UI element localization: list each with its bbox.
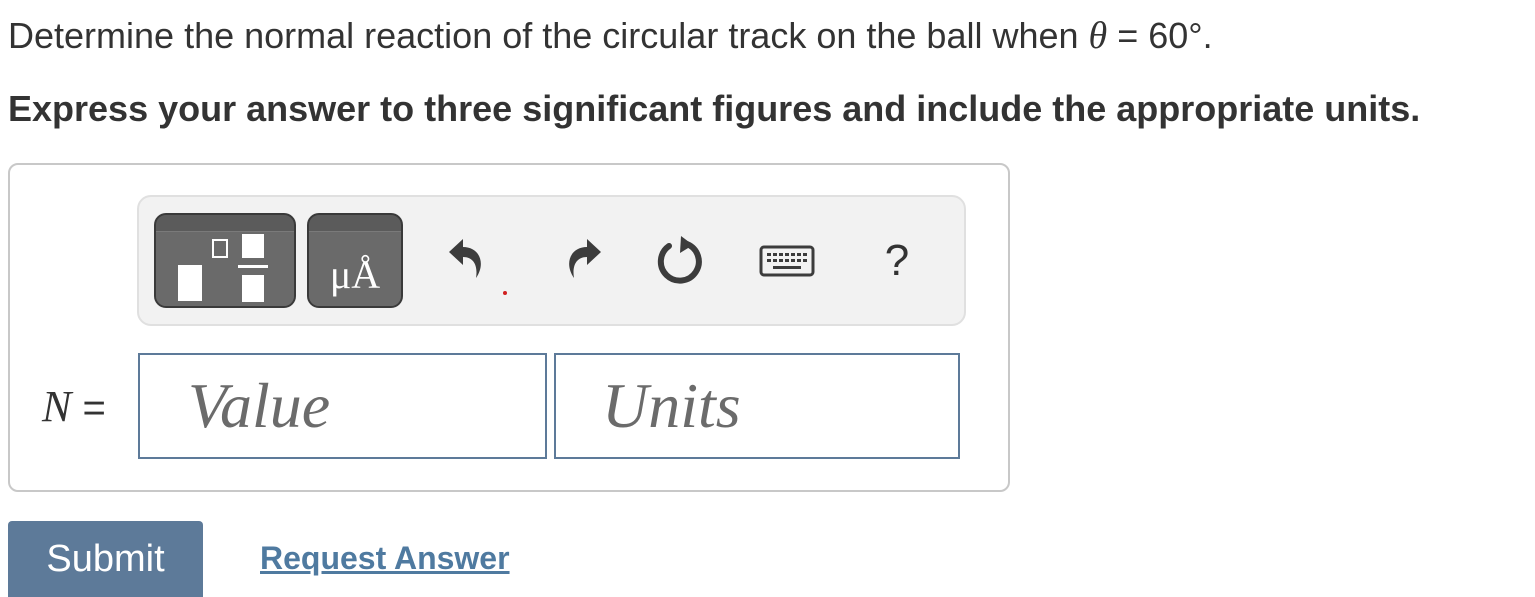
undo-button[interactable] [441,231,501,291]
submit-button[interactable]: Submit [8,521,203,597]
help-button[interactable]: ? [867,231,927,291]
units-input[interactable] [554,353,960,459]
keyboard-icon [759,245,815,277]
theta-symbol: θ [1088,15,1108,57]
redo-icon [569,239,601,278]
instruction-text: Express your answer to three significant… [8,88,1421,129]
keyboard-button[interactable] [754,231,820,291]
equation-row: N = [10,353,1008,461]
question-text: Determine the normal reaction of the cir… [8,14,1213,58]
variable-label: N = [42,381,106,432]
question-suffix: = 60°. [1107,15,1213,56]
help-icon: ? [884,236,910,285]
equals-sign: = [71,386,106,430]
redo-button[interactable] [549,231,609,291]
units-button[interactable]: μÅ [307,213,403,308]
undo-icon [449,239,481,278]
math-toolbar: μÅ ? [137,195,966,326]
reset-button[interactable] [651,231,711,291]
cursor-dot [503,291,507,295]
answer-box: μÅ ? N = Value Units [8,163,1010,492]
variable-symbol: N [42,382,72,431]
page: Determine the normal reaction of the cir… [0,0,1535,597]
value-input[interactable] [138,353,547,459]
question-prefix: Determine the normal reaction of the cir… [8,15,1089,56]
templates-button[interactable] [154,213,296,308]
templates-icon [178,234,268,302]
reset-icon [657,236,702,284]
units-icon: μÅ [329,252,381,297]
request-answer-link[interactable]: Request Answer [260,540,510,577]
